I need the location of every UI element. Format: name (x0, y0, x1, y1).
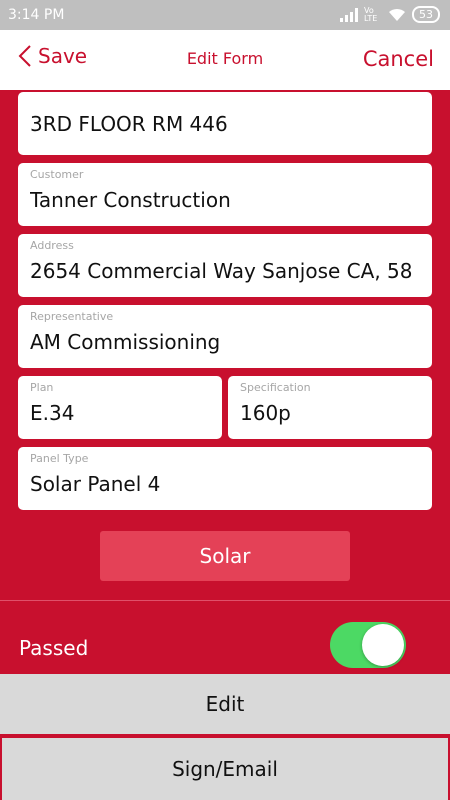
solar-button[interactable]: Solar (100, 531, 350, 581)
network-type: Vo LTE (364, 5, 378, 23)
plan-label: Plan (30, 381, 54, 394)
status-icons: Vo LTE 53 (340, 6, 440, 23)
toggle-knob (362, 624, 404, 666)
customer-label: Customer (30, 168, 84, 181)
signal-icon (340, 7, 358, 22)
cancel-button[interactable]: Cancel (363, 47, 434, 71)
battery-indicator: 53 (412, 6, 440, 23)
status-time: 3:14 PM (8, 7, 65, 23)
panel-type-field[interactable]: Panel Type Solar Panel 4 (18, 447, 432, 510)
representative-label: Representative (30, 310, 114, 323)
chevron-left-icon (18, 45, 31, 67)
wifi-icon (389, 8, 405, 21)
panel-type-label: Panel Type (30, 452, 89, 465)
specification-value: 160p (240, 401, 291, 425)
sign-email-button[interactable]: Sign/Email (0, 738, 450, 800)
panel-type-value: Solar Panel 4 (30, 472, 161, 496)
address-value: 2654 Commercial Way Sanjose CA, 58 (30, 259, 413, 283)
save-back-button[interactable]: Save (18, 44, 87, 68)
status-bar: 3:14 PM Vo LTE 53 (0, 0, 450, 30)
address-field[interactable]: Address 2654 Commercial Way Sanjose CA, … (18, 234, 432, 297)
representative-field[interactable]: Representative AM Commissioning (18, 305, 432, 368)
passed-label: Passed (19, 636, 89, 660)
specification-field[interactable]: Specification 160p (228, 376, 432, 439)
representative-value: AM Commissioning (30, 330, 221, 354)
customer-field[interactable]: Customer Tanner Construction (18, 163, 432, 226)
location-value: 3RD FLOOR RM 446 (30, 112, 228, 136)
passed-row: Passed (0, 601, 450, 674)
specification-label: Specification (240, 381, 311, 394)
passed-toggle[interactable] (330, 622, 406, 668)
nav-bar: Save Edit Form Cancel (0, 30, 450, 90)
plan-field[interactable]: Plan E.34 (18, 376, 222, 439)
form-area: 3RD FLOOR RM 446 Customer Tanner Constru… (0, 90, 450, 600)
address-label: Address (30, 239, 74, 252)
location-field[interactable]: 3RD FLOOR RM 446 (18, 92, 432, 155)
edit-button[interactable]: Edit (0, 674, 450, 734)
save-label: Save (38, 44, 88, 68)
customer-value: Tanner Construction (30, 188, 231, 212)
plan-value: E.34 (30, 401, 75, 425)
